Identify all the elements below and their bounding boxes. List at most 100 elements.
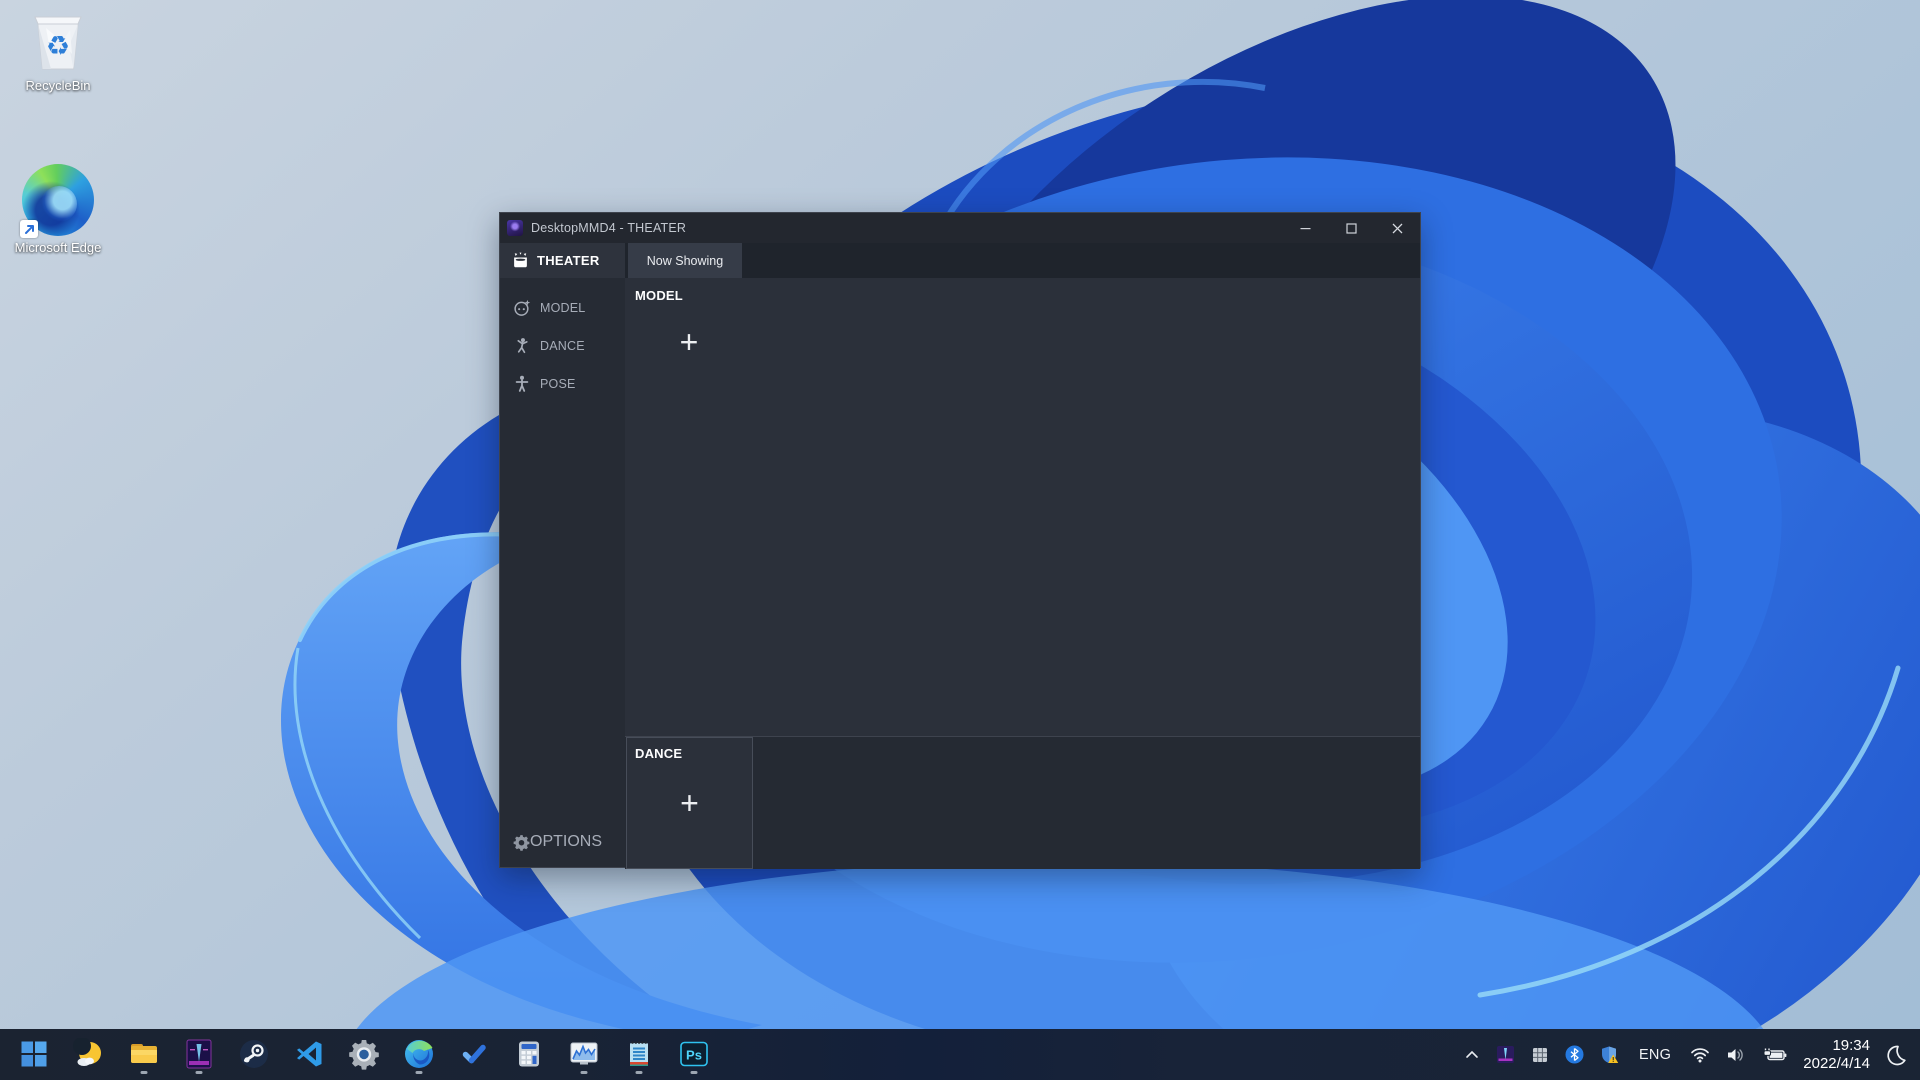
steam-icon — [240, 1040, 268, 1068]
moon-icon — [1887, 1045, 1906, 1065]
sidebar-options-label: OPTIONS — [530, 833, 603, 850]
tab-now-showing[interactable]: Now Showing — [628, 243, 742, 278]
vscode-button[interactable] — [287, 1032, 331, 1076]
running-indicator — [690, 1071, 698, 1074]
minimize-button[interactable] — [1282, 213, 1328, 243]
window-nav-row: THEATER Now Showing — [500, 243, 1420, 278]
desktopmmd4-window: DesktopMMD4 - THEATER THEATER Now Showin… — [499, 212, 1421, 869]
start-button[interactable] — [12, 1032, 56, 1076]
svg-text:♻: ♻ — [46, 31, 70, 62]
file-explorer-button[interactable] — [122, 1032, 166, 1076]
desktop: ♻ RecycleBin Microsoft Edge DesktopMMD4 … — [0, 0, 1920, 1080]
windows-start-icon — [21, 1041, 47, 1067]
steam-button[interactable] — [232, 1032, 276, 1076]
nav-theater-selected[interactable]: THEATER — [500, 243, 625, 278]
dance-section-strip: + DANCE — [625, 736, 1420, 869]
notepad-icon — [630, 1041, 648, 1066]
taskbar: Ps ENG 19:34 2022/4/14 — [0, 1029, 1920, 1080]
system-tray: ENG 19:34 2022/4/14 — [1461, 1029, 1920, 1080]
window-sidebar: MODEL DANCE POSE OPTIONS — [500, 278, 625, 867]
sidebar-item-model[interactable]: MODEL — [500, 289, 625, 327]
desktop-icon-label: RecycleBin — [25, 78, 91, 93]
weather-moon-icon — [73, 1038, 101, 1066]
battery-charging-icon — [1763, 1048, 1787, 1060]
add-model-button[interactable]: + — [626, 281, 752, 403]
photoshop-icon: Ps — [680, 1041, 708, 1067]
model-icon — [514, 299, 531, 316]
night-mode-tray-icon[interactable] — [1882, 1041, 1910, 1069]
tray-grid-app-icon[interactable] — [1528, 1043, 1552, 1067]
sidebar-item-pose[interactable]: POSE — [500, 365, 625, 403]
running-indicator — [415, 1071, 423, 1074]
file-explorer-icon — [131, 1044, 157, 1063]
close-button[interactable] — [1374, 213, 1420, 243]
window-main-area: MODEL + + DANCE — [625, 278, 1420, 869]
volume-indicator[interactable] — [1723, 1043, 1749, 1067]
pose-icon — [515, 375, 529, 392]
settings-gear-icon — [349, 1040, 379, 1070]
desktopmmd4-icon — [186, 1039, 212, 1069]
taskbar-apps: Ps — [12, 1032, 716, 1076]
running-indicator — [195, 1071, 203, 1074]
app-icon — [507, 220, 523, 236]
wifi-icon — [1691, 1047, 1710, 1062]
shield-warning-icon — [1601, 1046, 1619, 1063]
dance-icon — [517, 338, 528, 354]
clock-time: 19:34 — [1832, 1036, 1870, 1054]
edge-button[interactable] — [397, 1032, 441, 1076]
desktop-icon-label: Microsoft Edge — [14, 240, 102, 255]
bluetooth-icon — [1565, 1045, 1584, 1064]
clock-date: 2022/4/14 — [1803, 1054, 1870, 1072]
plus-icon: + — [679, 324, 699, 360]
dance-section-title: DANCE — [635, 746, 683, 761]
desktop-icon-recycle-bin[interactable]: ♻ RecycleBin — [8, 8, 108, 93]
battery-indicator[interactable] — [1759, 1043, 1791, 1067]
window-titlebar[interactable]: DesktopMMD4 - THEATER — [500, 213, 1420, 243]
hidden-icons-chevron[interactable] — [1461, 1044, 1483, 1066]
desktopmmd4-button[interactable] — [177, 1032, 221, 1076]
check-icon — [462, 1044, 486, 1064]
grid-app-icon — [1532, 1047, 1547, 1062]
desktopmmd-tray-icon — [1496, 1046, 1514, 1063]
tray-desktopmmd-icon[interactable] — [1493, 1042, 1518, 1067]
desktop-icon-microsoft-edge[interactable]: Microsoft Edge — [8, 164, 108, 255]
shortcut-arrow-icon — [20, 220, 38, 238]
running-indicator — [580, 1071, 588, 1074]
window-title: DesktopMMD4 - THEATER — [531, 221, 687, 235]
calculator-icon — [519, 1041, 539, 1067]
performance-graph-icon — [570, 1042, 598, 1065]
running-indicator — [140, 1071, 148, 1074]
sidebar-item-label: DANCE — [540, 339, 585, 353]
minimize-icon — [1300, 227, 1310, 229]
sidebar-item-options[interactable]: OPTIONS — [500, 824, 625, 860]
svg-text:Ps: Ps — [686, 1048, 702, 1063]
nav-theater-label: THEATER — [537, 253, 600, 268]
settings-button[interactable] — [342, 1032, 386, 1076]
sidebar-item-dance[interactable]: DANCE — [500, 327, 625, 365]
theater-icon — [514, 252, 527, 268]
wifi-indicator[interactable] — [1687, 1043, 1713, 1067]
tray-bluetooth-icon[interactable] — [1562, 1042, 1587, 1067]
photoshop-button[interactable]: Ps — [672, 1032, 716, 1076]
recycle-bin-icon: ♻ — [34, 16, 82, 70]
add-dance-card[interactable]: + DANCE — [626, 737, 753, 869]
task-manager-button[interactable] — [562, 1032, 606, 1076]
speaker-icon — [1728, 1048, 1744, 1061]
vscode-icon — [297, 1041, 322, 1067]
tab-bar: Now Showing — [625, 243, 1420, 278]
notepad-button[interactable] — [617, 1032, 661, 1076]
widgets-weather-button[interactable] — [67, 1032, 111, 1076]
sidebar-item-label: MODEL — [540, 301, 586, 315]
language-indicator[interactable]: ENG — [1633, 1043, 1677, 1067]
edge-icon — [20, 164, 94, 238]
taskbar-clock[interactable]: 19:34 2022/4/14 — [1801, 1037, 1872, 1073]
running-indicator — [635, 1071, 643, 1074]
maximize-icon — [1345, 222, 1357, 234]
sidebar-item-label: POSE — [540, 377, 576, 391]
maximize-button[interactable] — [1328, 213, 1374, 243]
close-icon — [1392, 223, 1402, 233]
todo-check-button[interactable] — [452, 1032, 496, 1076]
plus-icon: + — [680, 785, 699, 821]
calculator-button[interactable] — [507, 1032, 551, 1076]
tray-security-shield-icon[interactable] — [1597, 1042, 1623, 1068]
